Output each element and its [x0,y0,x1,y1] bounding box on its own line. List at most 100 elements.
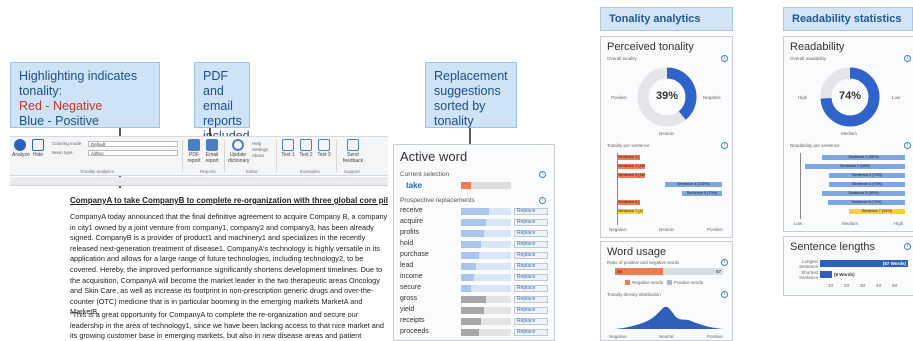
replace-button[interactable]: Replace [514,296,548,303]
neon-type-select[interactable]: Adhoc [88,150,178,156]
negative-words-segment: 46 [615,268,664,275]
high-axis-label: High [894,221,904,226]
about-link[interactable]: About [252,153,264,158]
sentence-bar: Sentence 7 (43%) [618,209,643,214]
replacement-tone-bar [461,219,511,226]
document-paragraph-2: "This is a great opportunity for Company… [70,310,384,341]
tonality-per-sentence-label: Tonality per sentence [607,143,650,148]
replacement-tone-bar [461,318,511,325]
text3-button[interactable]: Text 3 [316,139,332,158]
sentence-bar: Sentence 2 (96%) [805,164,905,169]
document-icon [282,139,294,151]
replacement-callout-text: Replacement suggestions sorted by tonali… [434,69,508,128]
replacement-tone-bar [461,252,511,259]
info-icon[interactable]: i [904,55,911,62]
info-icon[interactable]: i [904,142,911,149]
replacement-tone-bar [461,307,511,314]
replacement-tone-bar [461,285,511,292]
reports-group-label: Reports [200,169,216,174]
replacement-word: yield [400,306,415,313]
word-usage-title: Word usage [607,246,667,258]
replacement-row: purchase Replace [400,251,548,260]
longest-sentence-label: Longest Sentence [798,259,818,269]
update-dictionary-button[interactable]: Update dictionary [228,139,249,164]
readability-statistics-tab[interactable]: Readability statistics [783,7,913,31]
active-word-panel: Active word Current selection i take Pro… [393,144,555,341]
pos-legend-swatch [667,280,672,285]
replace-button[interactable]: Replace [514,263,548,270]
replacement-word: gross [400,295,418,302]
replace-button[interactable]: Replace [514,318,548,325]
document-icon [300,139,312,151]
play-icon [14,139,26,151]
perceived-tonality-title: Perceived tonality [607,41,694,53]
replacement-tone-bar [461,263,511,270]
positive-words-segment: 57 [663,268,723,275]
replace-button[interactable]: Replace [514,219,548,226]
sentence-bar: Sentence 5 (80%) [821,191,905,196]
overall-readability-label: Overall readability [790,56,827,61]
sentence-bar: Sentence 4 (73%) [829,182,905,187]
coloring-mode-select[interactable]: Default [88,141,178,147]
replace-button[interactable]: Replace [514,274,548,281]
sentence-bar: Sentence 7 (54%) [848,209,905,214]
replace-button[interactable]: Replace [514,208,548,215]
hide-button[interactable]: Hide [30,139,46,158]
callout-red: Red - Negative [19,99,103,113]
positive-words-legend: Positive words [674,280,704,285]
sentence-bar: Sentence 6 (1%) [618,200,640,205]
document-page[interactable]: CompanyA to take CompanyB to complete re… [12,188,388,341]
replace-button[interactable]: Replace [514,329,548,336]
send-feedback-button[interactable]: Send feedback [342,139,364,164]
info-icon[interactable]: i [721,55,728,62]
replacement-row: income Replace [400,273,548,282]
high-axis-label: High [798,95,808,100]
replacement-row: acquire Replace [400,218,548,227]
readability-title: Readability [790,41,845,53]
readability-per-sentence-chart: Sentence 1 (80%) Sentence 2 (96%) Sentence… [800,153,905,219]
replace-button[interactable]: Replace [514,307,548,314]
replacement-word: receipts [400,317,425,324]
negative-words-legend: Negative words [632,280,664,285]
replacement-word: hold [400,240,414,247]
analyze-button[interactable]: Analyze [12,139,30,158]
document-title: CompanyA to take CompanyB to complete re… [70,196,388,205]
replace-button[interactable]: Replace [514,252,548,259]
replacement-row: profits Replace [400,229,548,238]
replacement-word: purchase [400,251,429,258]
low-axis-label: Low [794,221,803,226]
info-icon[interactable]: i [539,171,546,178]
support-group-label: Support [344,169,360,174]
sentence-bar: Sentence 1 (80%) [821,155,905,160]
editor-group-label: Editor [246,169,258,174]
settings-link[interactable]: Settings [252,147,268,152]
replace-button[interactable]: Replace [514,241,548,248]
replacement-tone-bar [461,329,511,336]
replacement-word: lead [400,262,414,269]
text1-button[interactable]: Text 1 [280,139,296,158]
refresh-icon [232,139,244,151]
info-icon[interactable]: i [721,142,728,149]
info-icon[interactable]: i [539,197,546,204]
replace-button[interactable]: Replace [514,230,548,237]
readability-per-sentence-label: Readability per sentence [790,143,840,148]
pdf-callout-text: PDF and email reports included [203,69,250,143]
pdf-report-button[interactable]: PDF report [186,139,202,164]
hide-icon [32,139,44,151]
info-icon[interactable]: i [904,243,911,250]
active-word-title: Active word [400,149,468,164]
info-icon[interactable]: i [721,291,728,298]
readability-percent: 74% [839,90,862,102]
word-ratio-bar: 46 57 [615,268,723,275]
tonality-density-chart [615,306,723,329]
replacement-row: proceeds Replace [400,328,548,337]
replace-button[interactable]: Replace [514,285,548,292]
callout-line2: tonality: [19,84,63,98]
help-link[interactable]: Help [252,141,261,146]
replacement-word: secure [400,284,422,291]
email-report-button[interactable]: Email report [204,139,220,164]
info-icon[interactable]: i [721,259,728,266]
positive-axis-label: Positive [611,95,627,100]
text2-button[interactable]: Text 2 [298,139,314,158]
tonality-analytics-tab[interactable]: Tonality analytics [600,7,733,31]
